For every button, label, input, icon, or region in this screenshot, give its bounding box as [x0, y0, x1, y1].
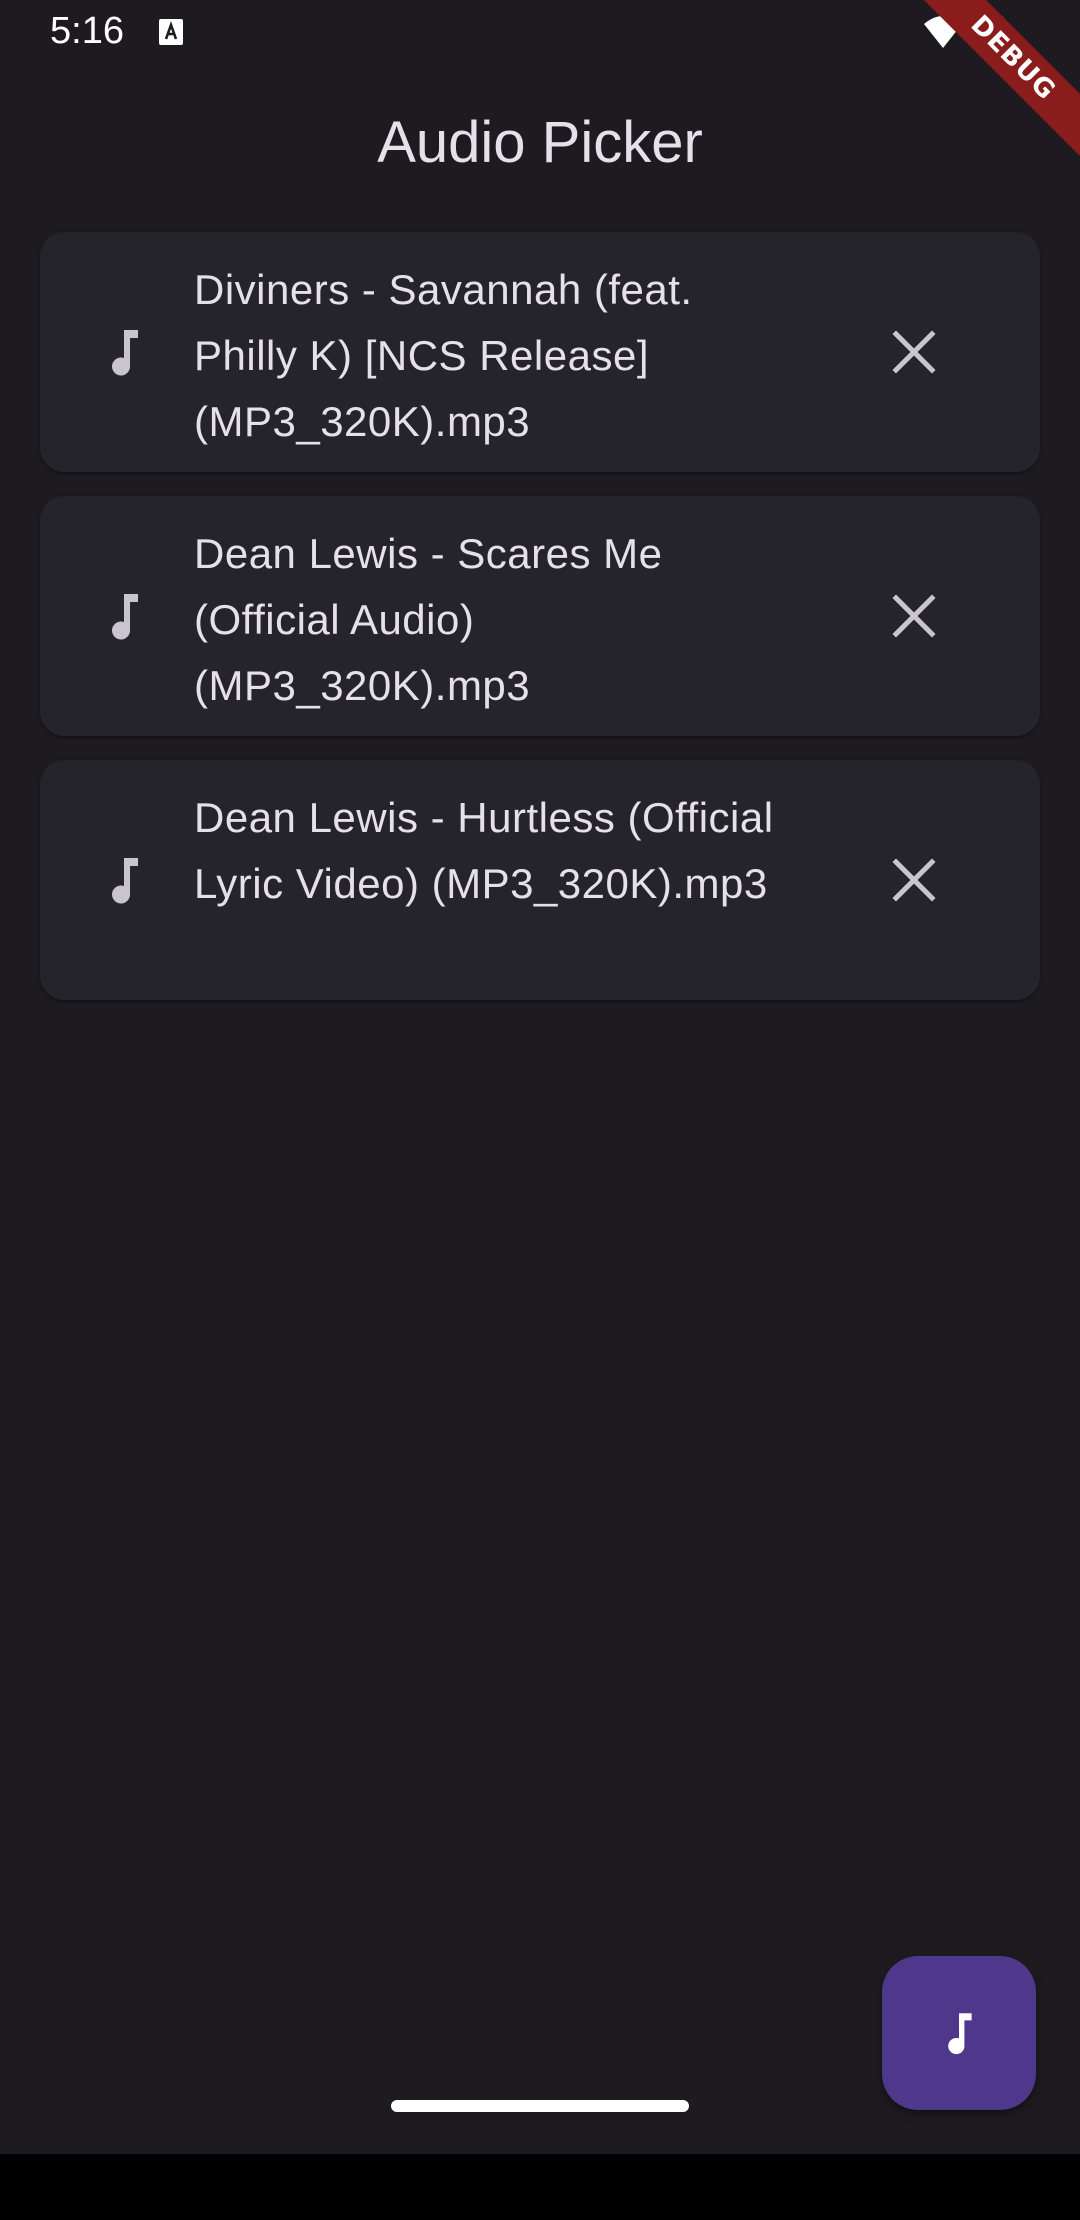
music-note-icon [94, 850, 154, 910]
status-time: 5:16 [50, 10, 124, 52]
close-icon [892, 330, 936, 374]
home-gesture-handle[interactable] [391, 2100, 689, 2112]
remove-audio-button[interactable] [878, 844, 950, 916]
audio-file-name: Dean Lewis - Hurtless (Official Lyric Vi… [194, 794, 774, 907]
remove-audio-button[interactable] [878, 580, 950, 652]
remove-audio-button[interactable] [878, 316, 950, 388]
audio-file-name: Diviners - Savannah (feat. Philly K) [NC… [194, 266, 693, 445]
battery-icon [980, 12, 1006, 52]
system-nav-bar [0, 2154, 1080, 2220]
music-note-icon [948, 2013, 972, 2055]
wifi-icon [922, 14, 964, 50]
audio-list-item[interactable]: Dean Lewis - Hurtless (Official Lyric Vi… [40, 760, 1040, 1000]
music-note-icon [94, 586, 154, 646]
music-note-icon [94, 322, 154, 382]
audio-list-item[interactable]: Diviners - Savannah (feat. Philly K) [NC… [40, 232, 1040, 472]
audio-list: Diviners - Savannah (feat. Philly K) [NC… [40, 232, 1040, 1024]
pick-audio-fab[interactable] [882, 1956, 1036, 2110]
close-icon [892, 594, 936, 638]
app-bar: Audio Picker [0, 92, 1080, 192]
audio-list-item[interactable]: Dean Lewis - Scares Me (Official Audio) … [40, 496, 1040, 736]
page-title: Audio Picker [377, 109, 703, 175]
status-bar: 5:16 [0, 0, 1080, 66]
audio-file-name: Dean Lewis - Scares Me (Official Audio) … [194, 530, 663, 709]
notification-a-icon [158, 18, 184, 46]
close-icon [892, 858, 936, 902]
